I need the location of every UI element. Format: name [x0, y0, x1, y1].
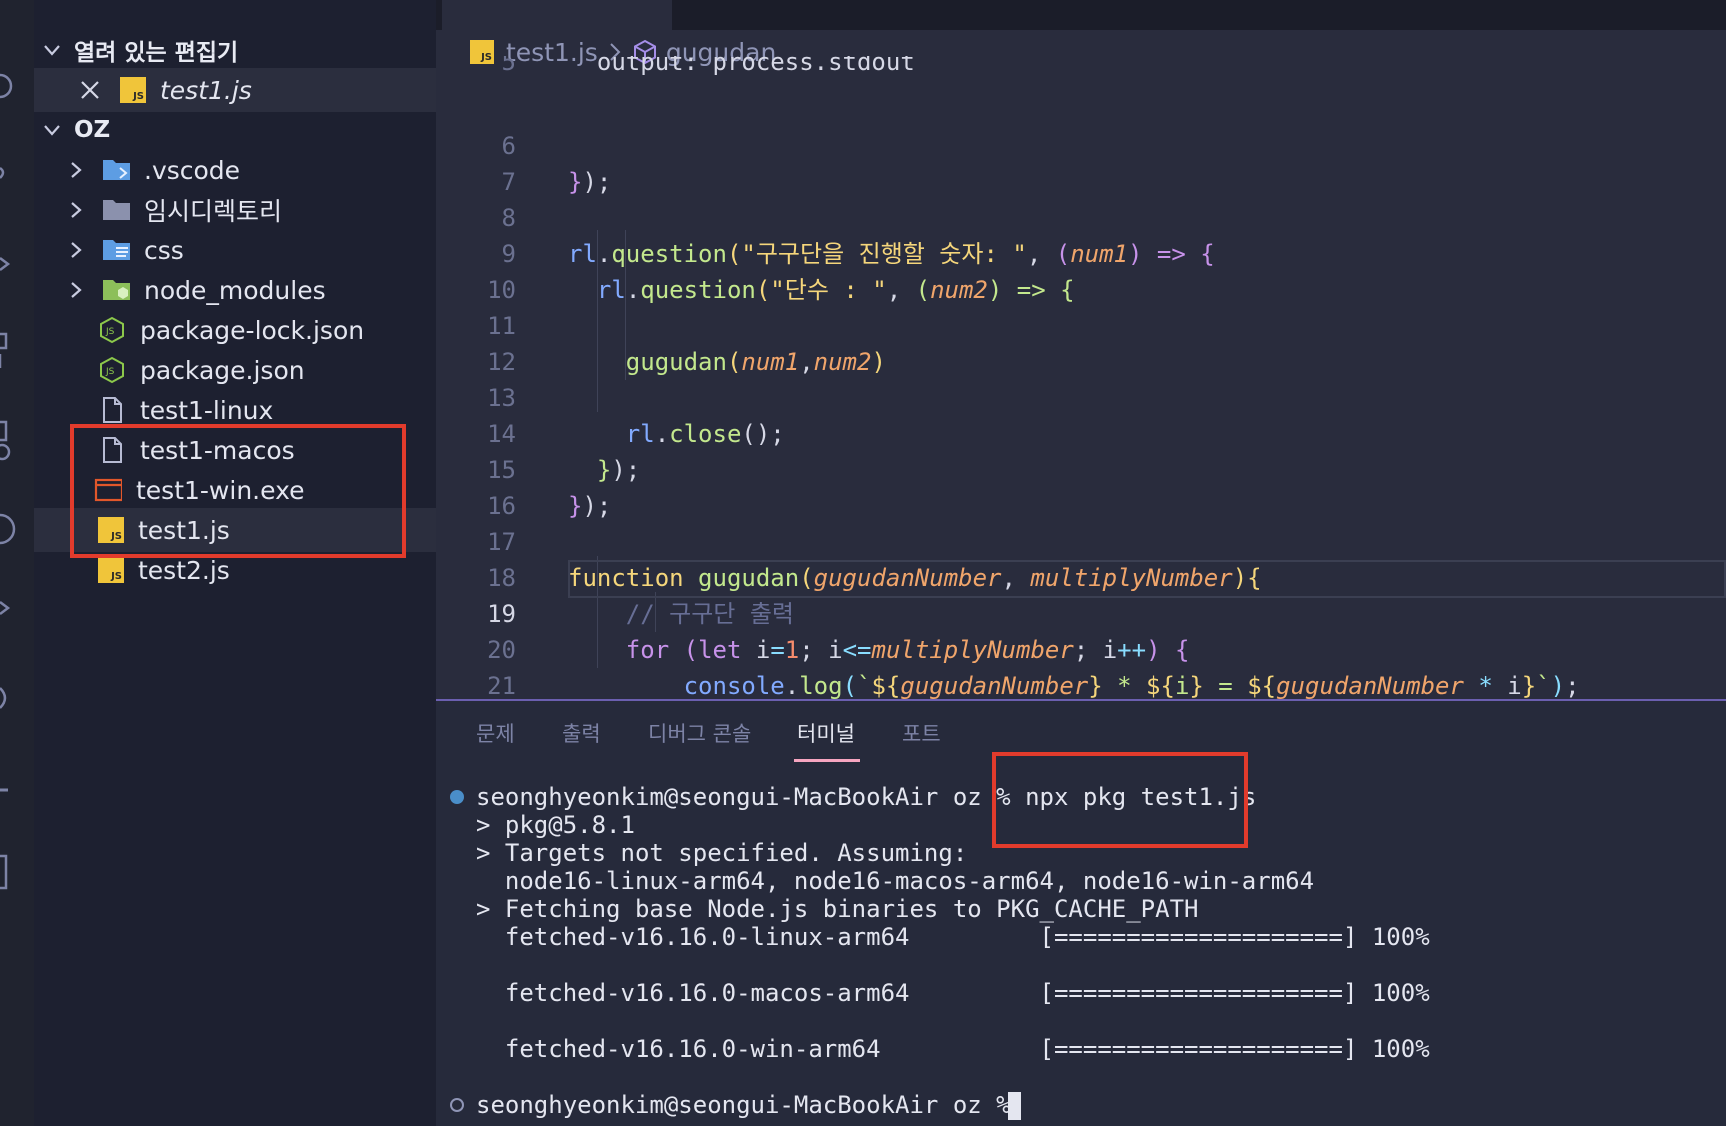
terminal-output-line: fetched-v16.16.0-macos-arm64 [==========…	[476, 979, 1430, 1007]
terminal-output-line: > pkg@5.8.1	[476, 811, 635, 839]
code-line[interactable]: 20 console.log(`${gugudanNumber} * ${i} …	[436, 596, 1726, 700]
run-debug-icon[interactable]	[0, 250, 18, 278]
source-control-icon[interactable]	[0, 158, 18, 186]
js-icon: JS	[120, 77, 146, 103]
terminal-prompt: seonghyeonkim@seongui-MacBookAir oz %	[476, 783, 1026, 811]
code-line[interactable]: 18 // 구구단 출력	[436, 524, 1726, 628]
code-line[interactable]: 15 });	[436, 416, 1726, 520]
terminal-output-line: > Targets not specified. Assuming:	[476, 839, 968, 867]
file-icon	[103, 397, 122, 423]
terminal-output-line: fetched-v16.16.0-linux-arm64 [==========…	[476, 923, 1430, 951]
chevron-down-icon	[44, 125, 60, 136]
share-icon[interactable]	[0, 684, 18, 712]
nodejs-icon: JS	[100, 356, 124, 384]
code-line[interactable]: 21 }	[436, 632, 1726, 736]
svg-text:JS: JS	[105, 367, 115, 377]
tree-item-package[interactable]: JS package.json	[34, 348, 436, 392]
close-icon[interactable]	[80, 80, 100, 100]
tree-item-vscode[interactable]: .vscode	[34, 148, 436, 192]
tab-debug-console[interactable]: 디버그 콘솔	[648, 718, 751, 748]
active-tab-indicator	[794, 759, 860, 762]
highlight-box-command	[992, 752, 1248, 848]
tab-problems[interactable]: 문제	[476, 718, 515, 748]
css-folder-icon	[103, 240, 130, 260]
pin-icon[interactable]	[0, 776, 18, 804]
tab-terminal[interactable]: 터미널	[797, 718, 855, 748]
chevron-right-icon	[71, 202, 82, 218]
code-line[interactable]: 8 rl.question("구구단을 진행할 숫자: ", (num1) =>…	[436, 164, 1726, 268]
tree-item-label: 임시디렉토리	[144, 197, 283, 226]
code-line[interactable]: 5 output: process.stdout	[436, 56, 1726, 86]
node-folder-icon	[103, 280, 130, 300]
remote-explorer-icon[interactable]	[0, 420, 18, 461]
code-line[interactable]: 10	[436, 236, 1726, 304]
terminal-final-prompt: seonghyeonkim@seongui-MacBookAir oz %	[476, 1091, 1026, 1119]
tree-item-label: css	[144, 235, 184, 265]
active-tab[interactable]	[442, 0, 672, 30]
code-line[interactable]: 14 });	[436, 380, 1726, 484]
chevron-down-icon	[44, 45, 60, 56]
search-icon[interactable]	[0, 72, 18, 100]
tree-item-node-modules[interactable]: node_modules	[34, 268, 436, 312]
open-editors-title: 열려 있는 편집기	[74, 40, 239, 66]
chevron-right-icon	[71, 162, 82, 178]
nodejs-icon: JS	[100, 316, 124, 344]
extensions-icon[interactable]	[0, 330, 18, 368]
code-text: output: process.stdout	[568, 56, 915, 76]
timeline-icon[interactable]	[0, 512, 18, 545]
tree-item-label: node_modules	[144, 275, 326, 305]
activity-bar	[0, 0, 34, 1126]
sidebar-top-strip	[34, 0, 436, 26]
code-line[interactable]: 16	[436, 452, 1726, 520]
chevron-right-icon	[71, 242, 82, 258]
vscode-folder-icon	[103, 160, 130, 180]
tree-item-css[interactable]: css	[34, 228, 436, 272]
code-line[interactable]: 11 gugudan(num1,num2)	[436, 272, 1726, 376]
open-editor-item[interactable]: JS test1.js	[34, 68, 436, 112]
code-line[interactable]: 17 function gugudan(gugudanNumber, multi…	[436, 488, 1726, 592]
command-status-dot[interactable]	[450, 790, 464, 804]
code-line[interactable]: 13 rl.close();	[436, 344, 1726, 448]
tree-item-temp-dir[interactable]: 임시디렉토리	[34, 188, 436, 232]
accounts-icon[interactable]	[0, 852, 18, 890]
tree-item-label: package-lock.json	[140, 315, 365, 345]
code-line[interactable]: 9 rl.question("단수 : ", (num2) => {	[436, 200, 1726, 304]
tree-item-label: test2.js	[138, 555, 230, 585]
code-line[interactable]: 7	[436, 128, 1726, 196]
folder-title: OZ	[74, 117, 111, 143]
code-line[interactable]: 19 for (let i=1; i<=multiplyNumber; i++)…	[436, 560, 1726, 664]
open-file-label: test1.js	[160, 75, 252, 105]
tree-item-label: .vscode	[144, 155, 241, 185]
tree-item-label: package.json	[140, 355, 305, 385]
terminal-output-line: > Fetching base Node.js binaries to PKG_…	[476, 895, 1199, 923]
line-number: 5	[501, 56, 516, 76]
prompt-idle-dot[interactable]	[450, 1098, 464, 1112]
tree-item-package-lock[interactable]: JS package-lock.json	[34, 308, 436, 352]
folder-icon	[103, 200, 130, 220]
open-editors-header[interactable]: 열려 있는 편집기	[34, 28, 436, 72]
code-line[interactable]: 6 });	[436, 92, 1726, 196]
tab-ports[interactable]: 포트	[902, 718, 941, 748]
terminal-cursor	[1008, 1092, 1021, 1120]
svg-text:JS: JS	[105, 327, 115, 337]
arrow-icon[interactable]	[0, 594, 18, 622]
js-icon: JS	[98, 557, 124, 583]
code-line[interactable]: 12	[436, 308, 1726, 376]
tree-item-label: test1-linux	[140, 395, 274, 425]
terminal-output-line: node16-linux-arm64, node16-macos-arm64, …	[476, 867, 1315, 895]
code-line[interactable]: 22 }	[436, 668, 1726, 698]
terminal-output-line: fetched-v16.16.0-win-arm64 [============…	[476, 1035, 1430, 1063]
explorer-sidebar: 열려 있는 편집기 JS test1.js OZ .vscode 임시디렉토리 …	[34, 0, 436, 1126]
tab-output[interactable]: 출력	[562, 718, 601, 748]
folder-header[interactable]: OZ	[34, 108, 436, 152]
chevron-right-icon	[71, 282, 82, 298]
highlight-box-binaries	[70, 424, 406, 558]
